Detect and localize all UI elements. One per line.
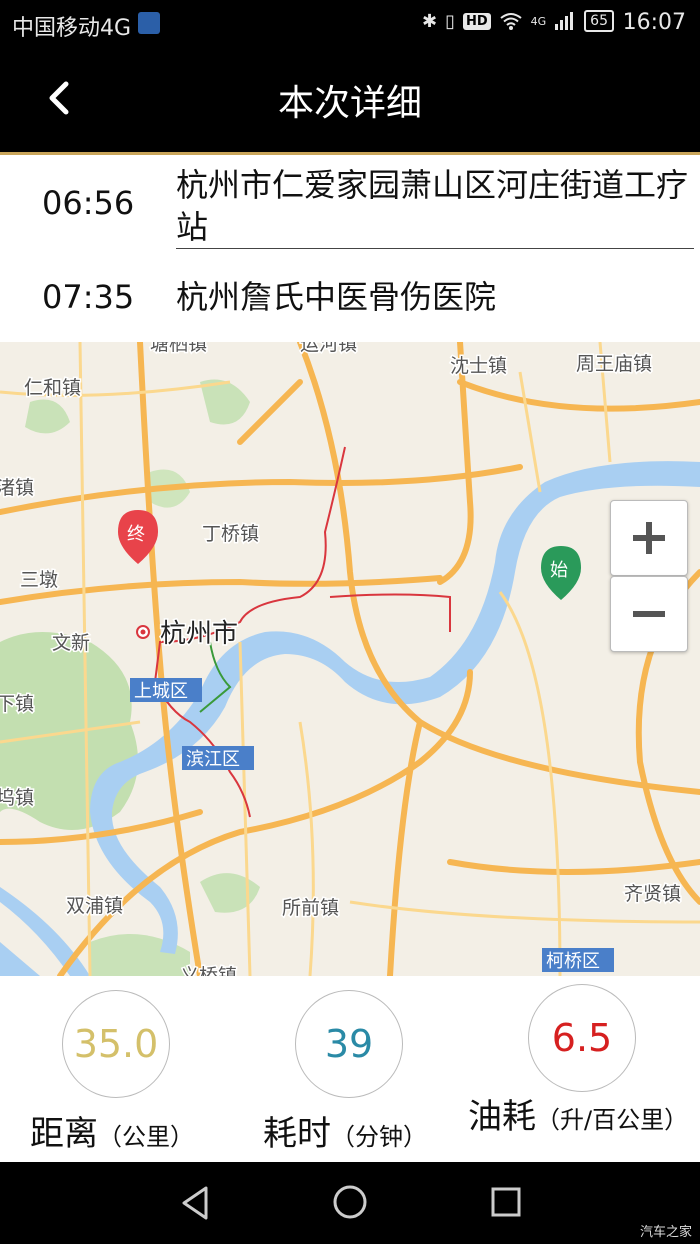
- map-label-zhu: 渚镇: [0, 477, 34, 499]
- map-label-shuangpu: 双浦镇: [66, 895, 123, 917]
- map-label-yiqiao: 义桥镇: [180, 965, 237, 976]
- map-label-dingqiao: 丁桥镇: [202, 523, 259, 545]
- svg-text:终: 终: [127, 524, 145, 545]
- clock: 16:07: [622, 10, 686, 35]
- signal-icon: [555, 12, 574, 30]
- hd-badge: HD: [462, 12, 491, 30]
- start-time: 06:56: [42, 184, 135, 222]
- distance-value: 35.0: [62, 990, 170, 1098]
- duration-label: 耗时（分钟）: [263, 1114, 427, 1154]
- distance-label: 距离（公里）: [30, 1114, 194, 1154]
- page-title: 本次详细: [277, 83, 422, 124]
- map-label-suoqian: 所前镇: [282, 897, 339, 919]
- map-label-binjiang: 滨江区: [186, 749, 240, 770]
- nav-recents-icon[interactable]: [490, 1186, 522, 1218]
- map-label-shenshi: 沈士镇: [450, 355, 507, 377]
- app-badge-icon: [138, 12, 160, 34]
- map-label-sandun: 三墩: [20, 569, 58, 591]
- bluetooth-icon: ✱: [421, 10, 438, 32]
- fuel-value: 6.5: [528, 984, 636, 1092]
- zoom-in-button[interactable]: [610, 500, 688, 576]
- map-label-tangqi: 塘栖镇: [150, 342, 207, 355]
- map-label-wu: 坞镇: [0, 787, 34, 809]
- end-time: 07:35: [42, 278, 135, 316]
- map-label-renhe: 仁和镇: [24, 377, 81, 399]
- start-marker-icon[interactable]: 始: [541, 546, 581, 600]
- app-header: 本次详细: [0, 48, 700, 152]
- map-label-xia: 下镇: [0, 693, 34, 715]
- zoom-out-button[interactable]: [610, 576, 688, 652]
- watermark: 汽车之家: [639, 1225, 692, 1240]
- header-divider: [0, 152, 700, 155]
- end-place: 杭州詹氏中医骨伤医院: [176, 278, 497, 316]
- plus-icon: [633, 522, 665, 554]
- start-row: 06:56 杭州市仁爱家园萧山区河庄街道工疗站: [0, 162, 700, 250]
- nav-home-icon[interactable]: [332, 1184, 368, 1220]
- fuel-stat: 6.5 油耗（升/百公里）: [466, 976, 699, 1162]
- map-label-wenxin: 文新: [52, 632, 90, 654]
- end-row: 07:35 杭州詹氏中医骨伤医院: [0, 270, 700, 330]
- map-label-keqiao: 柯桥区: [546, 951, 600, 972]
- status-icons: ✱ ▯ HD 4G 65: [422, 10, 614, 32]
- start-place: 杭州市仁爱家园萧山区河庄街道工疗站: [176, 164, 694, 249]
- duration-stat: 39 耗时（分钟）: [233, 976, 466, 1162]
- map-label-yunhe: 运河镇: [300, 342, 357, 355]
- route-map[interactable]: 仁和镇 塘栖镇 运河镇 沈士镇 周王庙镇 丁桥镇 渚镇 三墩 文新 下镇 坞镇 …: [0, 342, 700, 976]
- network-type: 4G: [530, 14, 547, 28]
- trip-stats: 35.0 距离（公里） 39 耗时（分钟） 6.5 油耗（升/百公里）: [0, 976, 700, 1162]
- map-label-qixian: 齐贤镇: [624, 883, 681, 905]
- map-label-hangzhou: 杭州市: [160, 619, 238, 649]
- map-label-shangcheng: 上城区: [134, 681, 188, 702]
- svg-text:始: 始: [550, 560, 568, 581]
- minus-icon: [633, 611, 665, 617]
- fuel-label: 油耗（升/百公里）: [468, 1097, 689, 1137]
- distance-stat: 35.0 距离（公里）: [0, 976, 233, 1162]
- system-nav-bar: 汽车之家: [0, 1162, 700, 1244]
- nav-back-icon[interactable]: [178, 1184, 212, 1222]
- battery-indicator: 65: [584, 10, 614, 32]
- duration-value: 39: [295, 990, 403, 1098]
- carrier-label: 中国移动4G: [12, 16, 132, 41]
- vibrate-icon: ▯: [445, 10, 455, 32]
- status-bar: 中国移动4G ✱ ▯ HD 4G 65 16:07: [0, 0, 700, 48]
- map-label-zhouwang: 周王庙镇: [576, 353, 652, 375]
- wifi-icon: [500, 13, 522, 30]
- map-canvas: 仁和镇 塘栖镇 运河镇 沈士镇 周王庙镇 丁桥镇 渚镇 三墩 文新 下镇 坞镇 …: [0, 342, 700, 976]
